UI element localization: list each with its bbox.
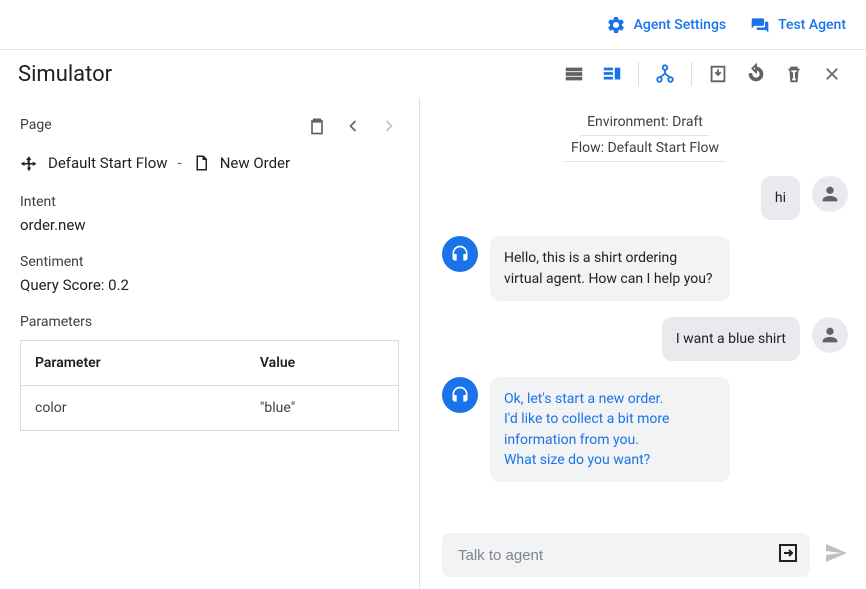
next-page-button[interactable] <box>379 116 399 140</box>
save-icon <box>707 63 729 85</box>
page-section-label: Page <box>20 117 52 133</box>
chat-input[interactable] <box>458 547 776 564</box>
view-split-icon <box>601 63 623 85</box>
person-icon <box>819 183 841 205</box>
chat-panel: Environment: Draft Flow: Default Start F… <box>420 98 866 589</box>
replay-button[interactable] <box>740 58 772 90</box>
breadcrumb-page[interactable]: New Order <box>220 154 290 172</box>
save-button[interactable] <box>702 58 734 90</box>
agent-message-bubble: Ok, let's start a new order. I'd like to… <box>490 377 730 482</box>
user-avatar <box>812 176 848 212</box>
submit-input-button[interactable] <box>776 541 800 569</box>
user-message-bubble: I want a blue shirt <box>662 317 800 361</box>
test-agent-link[interactable]: Test Agent <box>750 15 846 35</box>
message-row-agent: Hello, this is a shirt ordering virtual … <box>442 236 848 301</box>
flow-icon <box>20 154 38 172</box>
agent-settings-label: Agent Settings <box>634 17 726 33</box>
close-button[interactable] <box>816 58 848 90</box>
user-avatar <box>812 317 848 353</box>
intent-value: order.new <box>20 216 399 234</box>
breadcrumb: Default Start Flow - New Order <box>20 154 399 172</box>
details-panel: Page Default Start Flow - New Order Int <box>0 98 420 589</box>
agent-message-bubble: Hello, this is a shirt ordering virtual … <box>490 236 730 301</box>
chevron-left-icon <box>343 116 363 136</box>
simulator-toolbar <box>558 58 848 90</box>
gear-icon <box>606 15 626 35</box>
chat-input-box[interactable] <box>442 533 810 577</box>
agent-settings-link[interactable]: Agent Settings <box>606 15 726 35</box>
prev-page-button[interactable] <box>343 116 363 140</box>
chat-messages: hi Hello, this is a shirt ordering virtu… <box>442 176 848 523</box>
breadcrumb-separator: - <box>178 154 182 172</box>
chat-header: Environment: Draft Flow: Default Start F… <box>442 112 848 162</box>
param-col-value: Value <box>246 341 399 386</box>
headset-icon <box>450 244 470 264</box>
sentiment-value: Query Score: 0.2 <box>20 276 399 294</box>
parameters-table: Parameter Value color "blue" <box>20 340 399 431</box>
view-stacked-button[interactable] <box>558 58 590 90</box>
page-title: Simulator <box>18 62 112 87</box>
message-row-agent: Ok, let's start a new order. I'd like to… <box>442 377 848 482</box>
agent-avatar <box>442 377 478 413</box>
message-row-user: hi <box>442 176 848 220</box>
chat-icon <box>750 15 770 35</box>
test-agent-label: Test Agent <box>778 17 846 33</box>
toolbar-divider <box>691 62 692 86</box>
param-value-cell: "blue" <box>246 386 399 431</box>
copy-page-button[interactable] <box>307 116 327 140</box>
user-message-bubble: hi <box>761 176 800 220</box>
send-button[interactable] <box>824 541 848 569</box>
toolbar-divider <box>638 62 639 86</box>
table-row: color "blue" <box>21 386 399 431</box>
page-icon <box>192 154 210 172</box>
message-row-user: I want a blue shirt <box>442 317 848 361</box>
person-icon <box>819 324 841 346</box>
sentiment-label: Sentiment <box>20 254 399 270</box>
param-col-name: Parameter <box>21 341 246 386</box>
flow-graph-button[interactable] <box>649 58 681 90</box>
replay-icon <box>745 63 767 85</box>
flow-graph-icon <box>654 63 676 85</box>
view-split-button[interactable] <box>596 58 628 90</box>
send-icon <box>824 541 848 565</box>
flow-label: Flow: Default Start Flow <box>565 138 725 162</box>
agent-avatar <box>442 236 478 272</box>
environment-label: Environment: Draft <box>581 112 709 136</box>
clipboard-icon <box>307 116 327 136</box>
intent-label: Intent <box>20 194 399 210</box>
parameters-label: Parameters <box>20 314 399 330</box>
enter-icon <box>776 541 800 565</box>
breadcrumb-flow[interactable]: Default Start Flow <box>48 154 168 172</box>
headset-icon <box>450 385 470 405</box>
view-stacked-icon <box>563 63 585 85</box>
delete-button[interactable] <box>778 58 810 90</box>
chevron-right-icon <box>379 116 399 136</box>
close-icon <box>822 64 842 84</box>
param-name-cell: color <box>21 386 246 431</box>
trash-icon <box>783 63 805 85</box>
